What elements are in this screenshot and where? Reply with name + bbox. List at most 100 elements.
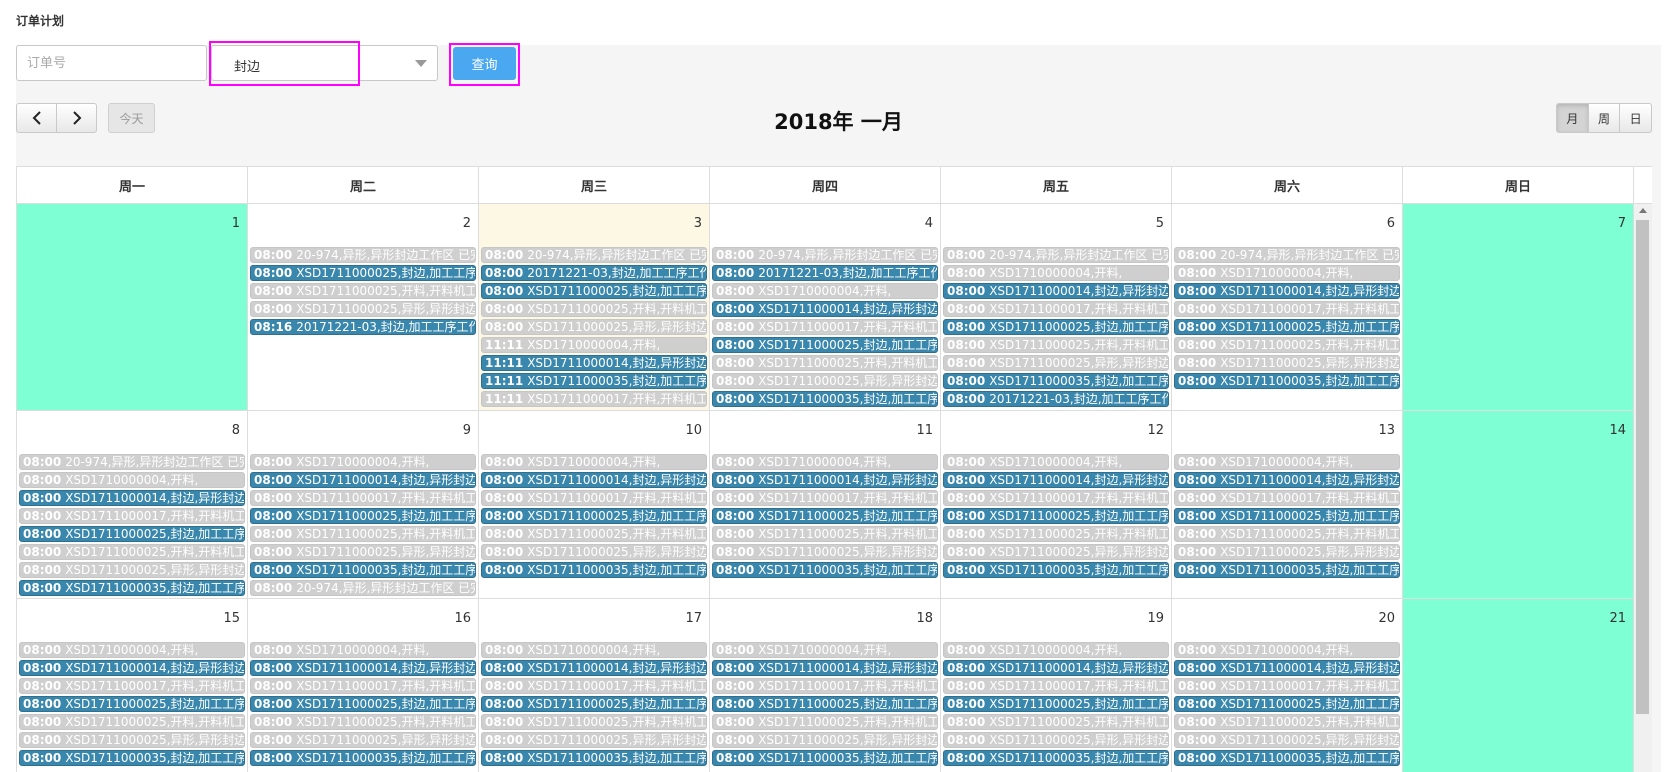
calendar-event[interactable]: 08:00XSD1711000025,异形,异形封边工作区 [943,732,1169,748]
calendar-event[interactable]: 08:00 XSD1710000004,开料, [1174,265,1400,281]
day-cell[interactable]: 12 08:00 XSD1710000004,开料, 08:00 XSD17110000… [941,411,1172,598]
day-cell[interactable]: 15 08:00 XSD1710000004,开料, 08:00 XSD17110000… [17,599,248,772]
calendar-event[interactable]: 08:00XSD1711000014,封边,异形封边工作区 [19,660,245,676]
calendar-event[interactable]: 08:00XSD1711000017,开料,开料机工作区 [481,678,707,694]
calendar-event[interactable]: 08:00XSD1711000014,封边,异形封边工作区 [481,472,707,488]
calendar-event[interactable]: 08:00XSD1711000025,开料,开料机工作区 [19,544,245,560]
calendar-event[interactable]: 08:00 20171221-03,封边,加工工序工作区 [943,391,1169,407]
calendar-event[interactable]: 08:00XSD1711000017,开料,开料机工作区 [712,678,938,694]
day-cell[interactable]: 11 08:00 XSD1710000004,开料, 08:00 XSD17110000… [710,411,941,598]
calendar-event[interactable]: 08:00 XSD1710000004,开料, [943,454,1169,470]
day-cell[interactable]: 14 [1403,411,1634,598]
calendar-event[interactable]: 08:00XSD1711000035,封边,加工工序工作区 [943,562,1169,578]
calendar-event[interactable]: 08:00XSD1711000014,封边,异形封边工作区 [1174,283,1400,299]
order-number-input[interactable] [16,45,207,81]
calendar-event[interactable]: 08:00 20-974,异形,异形封边工作区 已完成 [712,247,938,263]
day-cell[interactable]: 17 08:00 XSD1710000004,开料, 08:00 XSD17110000… [479,599,710,772]
calendar-event[interactable]: 08:00XSD1711000014,封边,异形封边工作区 [1174,472,1400,488]
view-day-button[interactable]: 日 [1619,104,1651,132]
calendar-event[interactable]: 08:00 XSD1710000004,开料, [943,265,1169,281]
calendar-event[interactable]: 08:00 XSD1710000004,开料, [712,283,938,299]
calendar-event[interactable]: 08:00XSD1711000035,封边,加工工序工作区 [250,750,476,766]
calendar-event[interactable]: 08:00XSD1711000035,封边,加工工序工作区 [1174,750,1400,766]
calendar-event[interactable]: 08:00 20-974,异形,异形封边工作区 已完成 [1174,247,1400,263]
day-cell[interactable]: 13 08:00 XSD1710000004,开料, 08:00 XSD17110000… [1172,411,1403,598]
scroll-thumb[interactable] [1636,220,1649,714]
calendar-event[interactable]: 11:11 XSD1710000004,开料, [481,337,707,353]
calendar-event[interactable]: 08:00XSD1711000025,开料,开料机工作区 [481,714,707,730]
calendar-event[interactable]: 08:00XSD1711000035,封边,加工工序工作区 [481,750,707,766]
calendar-event[interactable]: 08:00XSD1711000025,封边,加工工序工作区 [712,696,938,712]
calendar-event[interactable]: 08:00XSD1711000017,开料,开料机工作区 [19,678,245,694]
calendar-event[interactable]: 08:00XSD1711000025,封边,加工工序工作区 [250,265,476,281]
calendar-event[interactable]: 08:00XSD1711000025,封边,加工工序工作区 [1174,319,1400,335]
calendar-event[interactable]: 08:00XSD1711000014,封边,异形封边工作区 [250,472,476,488]
calendar-event[interactable]: 11:11XSD1711000035,封边,加工工序工作区 [481,373,707,389]
query-button[interactable]: 查询 [453,47,516,80]
calendar-event[interactable]: 08:00XSD1711000025,开料,开料机工作区 [943,526,1169,542]
view-month-button[interactable]: 月 [1557,104,1588,132]
calendar-event[interactable]: 08:00XSD1711000017,开料,开料机工作区 [250,678,476,694]
calendar-event[interactable]: 08:00XSD1711000017,开料,开料机工作区 [250,490,476,506]
calendar-event[interactable]: 08:00XSD1711000025,异形,异形封边工作区 [1174,355,1400,371]
calendar-event[interactable]: 08:00XSD1711000025,开料,开料机工作区 [1174,337,1400,353]
calendar-event[interactable]: 08:00 XSD1710000004,开料, [712,454,938,470]
calendar-event[interactable]: 08:00 20-974,异形,异形封边工作区 已完成 [943,247,1169,263]
day-cell[interactable]: 16 08:00 XSD1710000004,开料, 08:00 XSD17110000… [248,599,479,772]
calendar-event[interactable]: 08:00XSD1711000035,封边,加工工序工作区 [481,562,707,578]
calendar-event[interactable]: 08:00 XSD1710000004,开料, [250,454,476,470]
calendar-event[interactable]: 08:00XSD1711000025,开料,开料机工作区 [481,301,707,317]
day-cell[interactable]: 7 [1403,204,1634,410]
calendar-event[interactable]: 08:00 XSD1710000004,开料, [1174,642,1400,658]
calendar-event[interactable]: 08:00XSD1711000025,封边,加工工序工作区 [943,319,1169,335]
calendar-event[interactable]: 08:00XSD1711000025,封边,加工工序工作区 [19,526,245,542]
calendar-event[interactable]: 08:00 20-974,异形,异形封边工作区 已完成 [19,454,245,470]
calendar-event[interactable]: 08:00XSD1711000025,封边,加工工序工作区 [250,508,476,524]
calendar-event[interactable]: 08:00XSD1711000017,开料,开料机工作区 [1174,301,1400,317]
calendar-event[interactable]: 08:00XSD1711000014,封边,异形封边工作区 [19,490,245,506]
calendar-event[interactable]: 08:00XSD1711000014,封边,异形封边工作区 [1174,660,1400,676]
calendar-event[interactable]: 08:00 XSD1710000004,开料, [481,642,707,658]
scroll-up-icon[interactable] [1639,208,1647,213]
calendar-event[interactable]: 08:00XSD1711000025,封边,加工工序工作区 [1174,696,1400,712]
day-cell[interactable]: 4 08:00 20-974,异形,异形封边工作区 已完成 08:00 20171221… [710,204,941,410]
calendar-event[interactable]: 08:00XSD1711000025,异形,异形封边工作区 [481,319,707,335]
calendar-event[interactable]: 08:00XSD1711000025,开料,开料机工作区 [943,337,1169,353]
day-cell[interactable]: 6 08:00 20-974,异形,异形封边工作区 已完成 08:00 XSD17100… [1172,204,1403,410]
day-cell[interactable]: 21 [1403,599,1634,772]
calendar-event[interactable]: 08:16 20171221-03,封边,加工工序工作区 [250,319,476,335]
view-week-button[interactable]: 周 [1587,104,1620,132]
calendar-event[interactable]: 08:00 20-974,异形,异形封边工作区 已完成 [250,580,476,596]
calendar-event[interactable]: 08:00XSD1711000017,开料,开料机工作区 [19,508,245,524]
calendar-event[interactable]: 08:00XSD1711000014,封边,异形封边工作区 [250,660,476,676]
calendar-event[interactable]: 08:00 20-974,异形,异形封边工作区 已完成 [481,247,707,263]
day-cell[interactable]: 19 08:00 XSD1710000004,开料, 08:00 XSD17110000… [941,599,1172,772]
calendar-event[interactable]: 08:00XSD1711000025,封边,加工工序工作区 [943,696,1169,712]
day-cell[interactable]: 3 08:00 20-974,异形,异形封边工作区 已完成 08:00 20171221… [479,204,710,410]
calendar-scrollbar[interactable] [1633,204,1652,772]
calendar-event[interactable]: 08:00 20171221-03,封边,加工工序工作区 [712,265,938,281]
calendar-event[interactable]: 08:00XSD1711000025,异形,异形封边工作区 [1174,544,1400,560]
calendar-event[interactable]: 08:00XSD1711000014,封边,异形封边工作区 [712,660,938,676]
calendar-event[interactable]: 08:00XSD1711000025,异形,异形封边工作区 [19,732,245,748]
calendar-event[interactable]: 08:00XSD1711000025,开料,开料机工作区 [1174,526,1400,542]
calendar-event[interactable]: 08:00XSD1711000025,开料,开料机工作区 [250,526,476,542]
calendar-event[interactable]: 08:00XSD1711000035,封边,加工工序工作区 [943,373,1169,389]
calendar-event[interactable]: 08:00XSD1711000025,异形,异形封边工作区 [712,544,938,560]
calendar-event[interactable]: 08:00 XSD1710000004,开料, [1174,454,1400,470]
calendar-event[interactable]: 08:00XSD1711000014,封边,异形封边工作区 [481,660,707,676]
calendar-event[interactable]: 08:00 XSD1710000004,开料, [19,472,245,488]
calendar-event[interactable]: 08:00XSD1711000025,封边,加工工序工作区 [712,337,938,353]
calendar-event[interactable]: 08:00XSD1711000025,异形,异形封边工作区 [250,544,476,560]
calendar-event[interactable]: 08:00XSD1711000035,封边,加工工序工作区 [712,750,938,766]
day-cell[interactable]: 18 08:00 XSD1710000004,开料, 08:00 XSD17110000… [710,599,941,772]
calendar-event[interactable]: 08:00XSD1711000035,封边,加工工序工作区 [1174,562,1400,578]
calendar-event[interactable]: 08:00 XSD1710000004,开料, [943,642,1169,658]
calendar-event[interactable]: 08:00XSD1711000014,封边,异形封边工作区 [712,472,938,488]
calendar-event[interactable]: 08:00XSD1711000025,封边,加工工序工作区 [712,508,938,524]
calendar-event[interactable]: 08:00XSD1711000035,封边,加工工序工作区 [943,750,1169,766]
calendar-event[interactable]: 08:00XSD1711000014,封边,异形封边工作区 [712,301,938,317]
calendar-event[interactable]: 08:00XSD1711000025,封边,加工工序工作区 [481,696,707,712]
calendar-event[interactable]: 08:00XSD1711000017,开料,开料机工作区 [712,490,938,506]
calendar-event[interactable]: 08:00XSD1711000025,封边,加工工序工作区 [481,508,707,524]
